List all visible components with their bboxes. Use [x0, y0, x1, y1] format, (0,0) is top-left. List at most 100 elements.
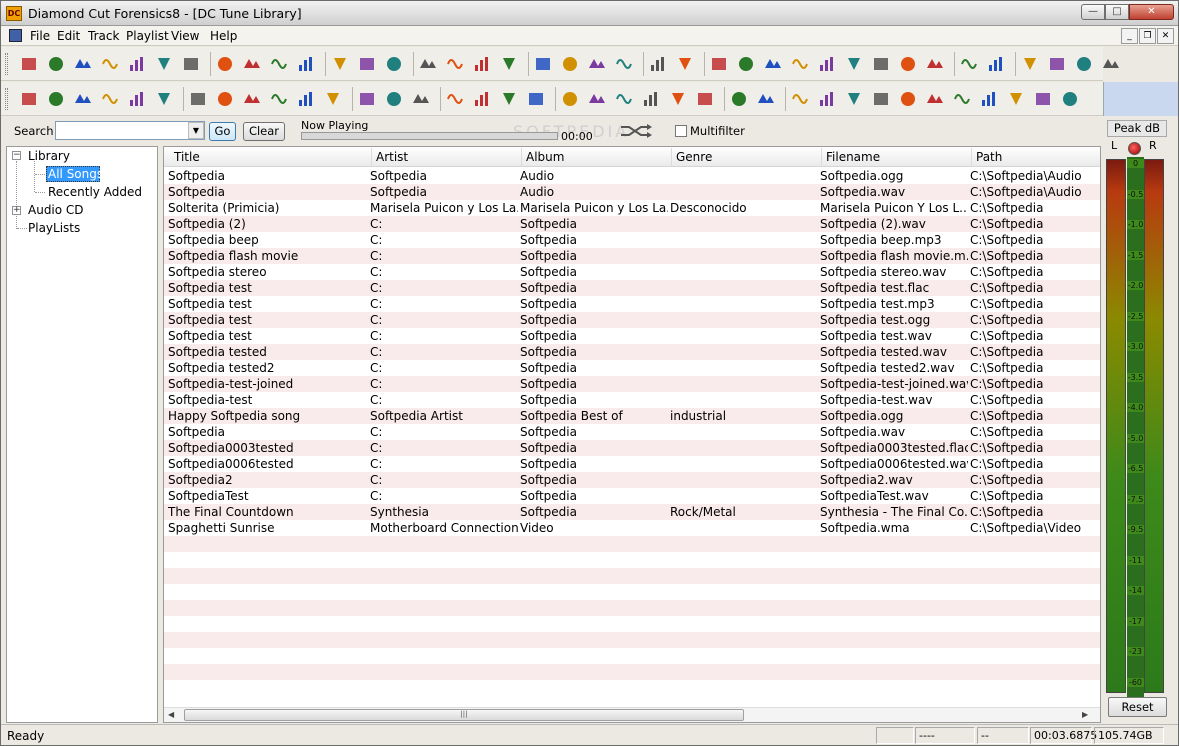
slope-icon[interactable] [323, 89, 343, 109]
table-row[interactable]: SoftpediaTest C: Softpedia SoftpediaTest.wa… [164, 488, 1100, 504]
mdi-close-button[interactable]: ✕ [1157, 28, 1174, 44]
grid-icon[interactable] [100, 89, 120, 109]
go-button[interactable]: Go [209, 122, 236, 141]
pause-icon[interactable] [763, 54, 783, 74]
table-row[interactable]: Softpedia test C: Softpedia Softpedia test.… [164, 328, 1100, 344]
menu-file[interactable]: File [30, 29, 50, 43]
eq-z-icon[interactable] [533, 54, 553, 74]
waveform-icon[interactable] [19, 89, 39, 109]
paste-icon[interactable] [127, 54, 147, 74]
column-separator[interactable] [671, 148, 672, 166]
table-row[interactable]: Solterita (Primicia) Marisela Puicon y Lo… [164, 200, 1100, 216]
scroll-right-icon[interactable]: ▶ [1082, 710, 1088, 719]
col-title-header[interactable]: Title [174, 150, 200, 164]
scroll-left-icon[interactable]: ◀ [168, 710, 174, 719]
eq20-icon[interactable] [384, 89, 404, 109]
tree-item-all-songs[interactable]: All Songs [48, 167, 103, 181]
table-row[interactable]: Softpedia tested C: Softpedia Softpedia tes… [164, 344, 1100, 360]
search-input[interactable] [55, 121, 205, 140]
table-row[interactable]: Softpedia beep C: Softpedia Softpedia beep.… [164, 232, 1100, 248]
clear-button[interactable]: Clear [243, 122, 285, 141]
tree-item-audio-cd[interactable]: Audio CD [28, 203, 84, 217]
stop-icon[interactable] [871, 54, 891, 74]
right-channel-icon[interactable] [384, 54, 404, 74]
table-row[interactable]: Softpedia Softpedia Audio Softpedia.wav C:\S… [164, 184, 1100, 200]
table-row[interactable]: Softpedia tested2 C: Softpedia Softpedia te… [164, 360, 1100, 376]
table-row[interactable]: Softpedia (2) C: Softpedia Softpedia (2).wa… [164, 216, 1100, 232]
menu-playlist[interactable]: Playlist [126, 29, 169, 43]
tree-icon[interactable] [898, 89, 918, 109]
toolbar-grip[interactable] [5, 88, 8, 110]
shuffle-icon[interactable] [619, 124, 653, 138]
mdi-minimize-button[interactable]: _ [1121, 28, 1138, 44]
play-icon[interactable] [898, 54, 918, 74]
pencil-icon[interactable] [215, 54, 235, 74]
maximize-button[interactable]: □ [1105, 4, 1129, 20]
eq-zz-icon[interactable] [560, 54, 580, 74]
table-row[interactable]: Softpedia-test-joined C: Softpedia Softpedi… [164, 376, 1100, 392]
pulse-icon[interactable] [526, 89, 546, 109]
wave-icon[interactable] [986, 54, 1006, 74]
horn-icon[interactable] [871, 89, 891, 109]
col-filename-header[interactable]: Filename [826, 150, 880, 164]
tree-item-recently-added[interactable]: Recently Added [48, 185, 142, 199]
person-icon[interactable] [844, 89, 864, 109]
table-row[interactable]: Softpedia0003tested C: Softpedia Softpedia0… [164, 440, 1100, 456]
table-row[interactable]: Softpedia flash movie C: Softpedia Softpedi… [164, 248, 1100, 264]
column-separator[interactable] [521, 148, 522, 166]
zoom-out-icon[interactable] [1047, 54, 1067, 74]
table-row[interactable]: Softpedia test C: Softpedia Softpedia test.… [164, 280, 1100, 296]
record-settings-icon[interactable] [668, 89, 688, 109]
reset-button[interactable]: Reset [1108, 697, 1167, 717]
cd-icon[interactable] [648, 54, 668, 74]
wave-check-icon[interactable] [1060, 89, 1080, 109]
bandpass-icon[interactable] [215, 89, 235, 109]
tree-item-library[interactable]: Library [28, 149, 70, 163]
menu-help[interactable]: Help [210, 29, 237, 43]
bowtie-icon[interactable] [979, 89, 999, 109]
horizontal-scrollbar[interactable]: ◀ ||| ▶ [164, 707, 1100, 722]
notes-icon[interactable] [499, 54, 519, 74]
arrow-up-icon[interactable] [242, 54, 262, 74]
step-icon[interactable] [154, 89, 174, 109]
x-filter-icon[interactable] [296, 89, 316, 109]
zoom-in-icon[interactable] [1020, 54, 1040, 74]
copy-icon[interactable] [100, 54, 120, 74]
brush-icon[interactable] [296, 54, 316, 74]
menu-view[interactable]: View [171, 29, 199, 43]
scroll-thumb[interactable]: ||| [184, 709, 744, 721]
zoom-fit-icon[interactable] [1074, 54, 1094, 74]
left-channel-icon[interactable] [357, 54, 377, 74]
cursor-icon[interactable] [959, 54, 979, 74]
grid-green-icon[interactable] [925, 89, 945, 109]
impulse-icon[interactable] [46, 89, 66, 109]
table-row[interactable]: Softpedia0006tested C: Softpedia Softpedia0… [164, 456, 1100, 472]
menu-track[interactable]: Track [88, 29, 119, 43]
table-row[interactable]: Softpedia Softpedia Audio Softpedia.ogg C:\S… [164, 168, 1100, 184]
balance-icon[interactable] [614, 54, 634, 74]
chevron-down-icon[interactable]: ▼ [188, 122, 204, 139]
print-icon[interactable] [154, 54, 174, 74]
column-separator[interactable] [971, 148, 972, 166]
notch-icon[interactable] [269, 89, 289, 109]
skip-back-icon[interactable] [709, 54, 729, 74]
dvd-icon[interactable] [675, 54, 695, 74]
col-genre-header[interactable]: Genre [676, 150, 712, 164]
zoom-all-icon[interactable] [1101, 54, 1121, 74]
highpass-icon[interactable] [242, 89, 262, 109]
rewind-icon[interactable] [736, 54, 756, 74]
network-icon[interactable] [472, 89, 492, 109]
fast-forward-icon[interactable] [790, 54, 810, 74]
table-row[interactable]: Happy Softpedia song Softpedia Artist Soft… [164, 408, 1100, 424]
menu-edit[interactable]: Edit [57, 29, 80, 43]
eq10-icon[interactable] [357, 89, 377, 109]
table-row[interactable]: Spaghetti Sunrise Motherboard Connection V… [164, 520, 1100, 536]
cd-disc-icon[interactable] [472, 54, 492, 74]
skip-forward-icon[interactable] [817, 54, 837, 74]
column-separator[interactable] [371, 148, 372, 166]
dx-icon[interactable] [445, 54, 465, 74]
table-row[interactable]: Softpedia stereo C: Softpedia Softpedia ste… [164, 264, 1100, 280]
sweep-icon[interactable] [614, 89, 634, 109]
mixer-icon[interactable] [418, 54, 438, 74]
table-row[interactable]: Softpedia-test C: Softpedia Softpedia-test.… [164, 392, 1100, 408]
